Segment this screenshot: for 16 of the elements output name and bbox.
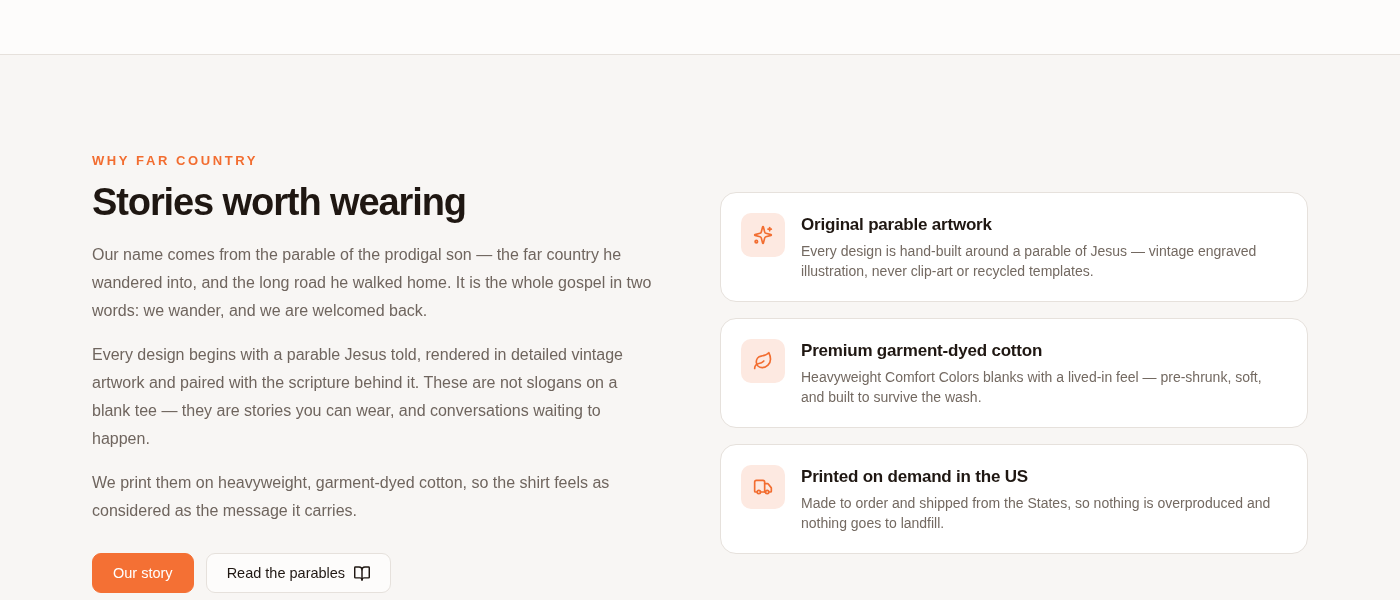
sparkles-icon <box>741 213 785 257</box>
feature-title: Original parable artwork <box>801 214 993 236</box>
body-paragraph: Our name comes from the parable of the prodigal son — the far country he wandered into, and the long road he walked home. It is the whole gospel in two words: we wander, and we are welcomed back. <box>92 245 653 321</box>
truck-icon <box>741 465 785 509</box>
body-paragraph: We print them on heavyweight, garment-dyed cotton, so the shirt feels as considered as the message it carries. <box>92 473 611 521</box>
leaf-icon <box>741 339 785 383</box>
section-heading: Stories worth wearing <box>92 180 467 225</box>
feature-title: Printed on demand in the US <box>801 466 1029 488</box>
book-icon <box>354 565 371 581</box>
feature-description: Every design is hand-built around a parable of Jesus — vintage engraved illustration, never clip-art or recycled templates. <box>801 242 1258 281</box>
body-paragraph: Every design begins with a parable Jesus told, rendered in detailed vintage artwork and paired with the scripture behind it. These are not slogans on a blank tee — they are stories you can wear, and conversations waiting to happen. <box>92 345 624 449</box>
section-eyebrow: WHY FAR COUNTRY <box>92 153 260 169</box>
feature-title: Premium garment-dyed cotton <box>801 340 1044 362</box>
feature-description: Made to order and shipped from the States, so nothing is overproduced and nothing goes to landfill. <box>801 494 1272 533</box>
secondary-button[interactable]: Read the parables <box>205 553 392 593</box>
feature-description: Heavyweight Comfort Colors blanks with a lived-in feel — pre-shrunk, soft, and built to survive the wash. <box>801 368 1263 407</box>
